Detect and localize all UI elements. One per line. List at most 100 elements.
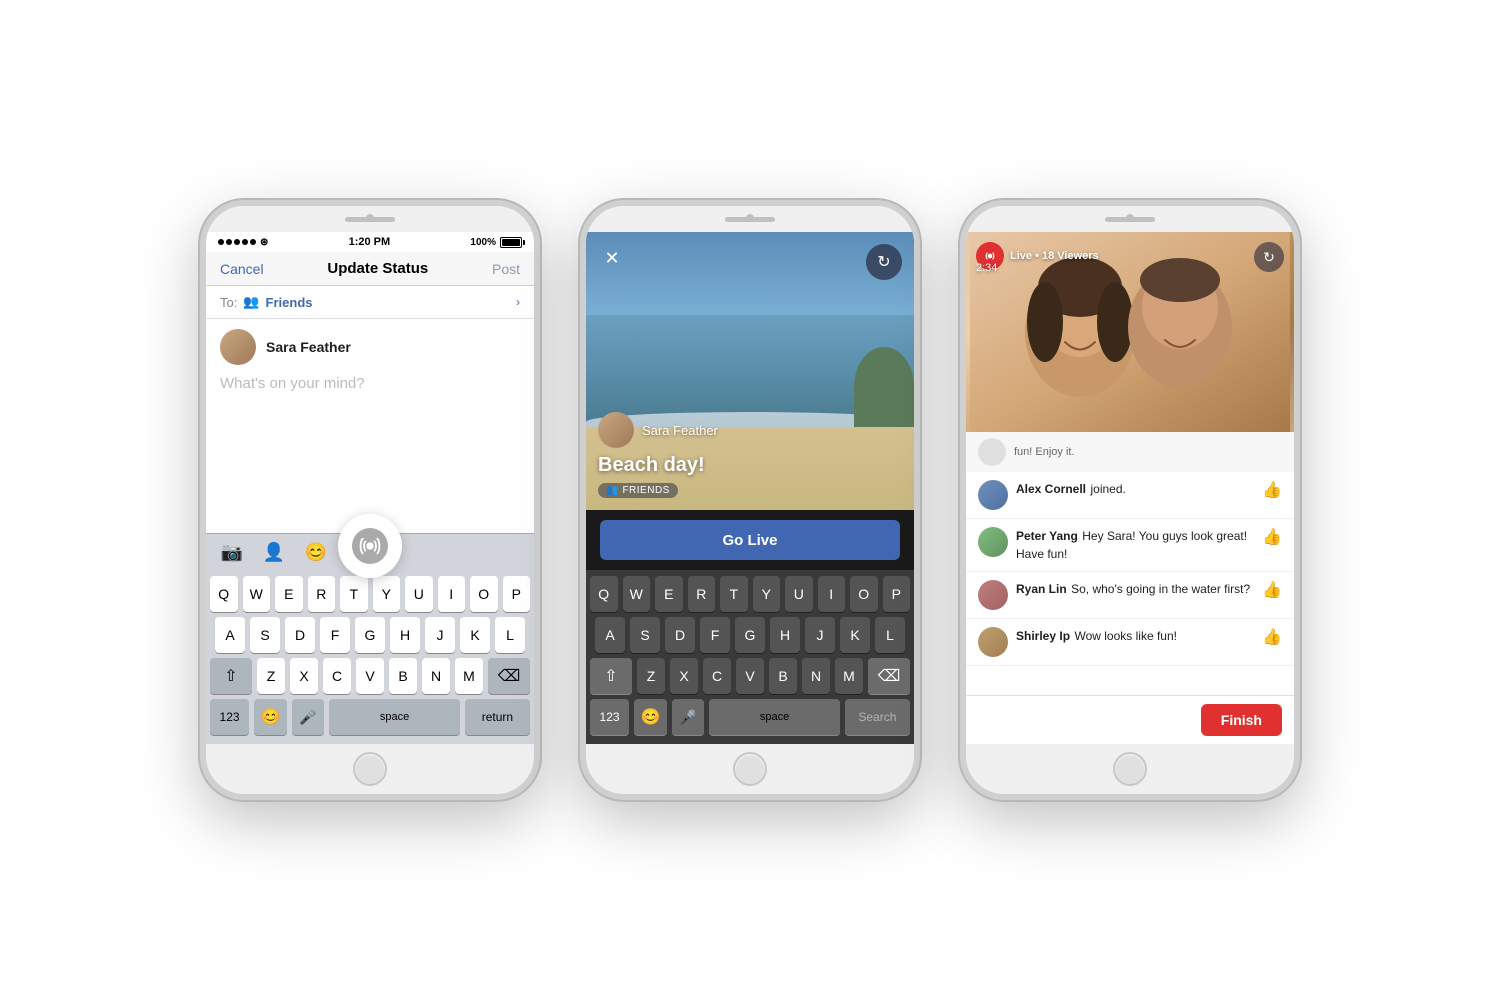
delete-key-2[interactable]: ⌫	[868, 658, 910, 694]
key-a[interactable]: A	[215, 617, 245, 653]
flip-camera-button-3[interactable]: ↻	[1254, 242, 1284, 272]
key-i[interactable]: I	[438, 576, 466, 612]
mic-key-2[interactable]: 🎤	[672, 699, 705, 735]
key2-c[interactable]: C	[703, 658, 731, 694]
key2-m[interactable]: M	[835, 658, 863, 694]
key-j[interactable]: J	[425, 617, 455, 653]
key-x[interactable]: X	[290, 658, 318, 694]
shirley-name: Shirley Ip	[1016, 629, 1070, 643]
shift-key[interactable]: ⇧	[210, 658, 252, 694]
home-button[interactable]	[353, 752, 387, 786]
key-o[interactable]: O	[470, 576, 498, 612]
go-live-circle-button[interactable]	[338, 514, 402, 578]
ryan-like-button[interactable]: 👍	[1262, 580, 1282, 600]
finish-button[interactable]: Finish	[1201, 704, 1282, 736]
live-status-text: Live • 18 Viewers	[1010, 250, 1099, 262]
close-button[interactable]: ✕	[598, 244, 626, 272]
key-v[interactable]: V	[356, 658, 384, 694]
flip-camera-button[interactable]: ↻	[866, 244, 902, 280]
key-b[interactable]: B	[389, 658, 417, 694]
key-f[interactable]: F	[320, 617, 350, 653]
key2-j[interactable]: J	[805, 617, 835, 653]
go-live-area: Go Live	[586, 510, 914, 570]
page-title: Update Status	[327, 260, 428, 277]
key-m[interactable]: M	[455, 658, 483, 694]
search-key[interactable]: Search	[845, 699, 910, 735]
key-q[interactable]: Q	[210, 576, 238, 612]
home-button-3[interactable]	[1113, 752, 1147, 786]
key-r[interactable]: R	[308, 576, 336, 612]
key-u[interactable]: U	[405, 576, 433, 612]
key2-u[interactable]: U	[785, 576, 813, 612]
camera-dot-2	[746, 214, 754, 222]
key2-z[interactable]: Z	[637, 658, 665, 694]
numbers-key[interactable]: 123	[210, 699, 249, 735]
key2-l[interactable]: L	[875, 617, 905, 653]
key2-i[interactable]: I	[818, 576, 846, 612]
ryan-text: So, who's going in the water first?	[1071, 582, 1250, 596]
shirley-comment-content: Shirley Ip Wow looks like fun!	[1016, 627, 1254, 645]
camera-toolbar-icon[interactable]: 📷	[220, 540, 244, 564]
cancel-button[interactable]: Cancel	[220, 261, 264, 277]
key2-f[interactable]: F	[700, 617, 730, 653]
key2-o[interactable]: O	[850, 576, 878, 612]
key-y[interactable]: Y	[373, 576, 401, 612]
stream-user-row: Sara Feather	[598, 412, 718, 448]
key2-v[interactable]: V	[736, 658, 764, 694]
key2-h[interactable]: H	[770, 617, 800, 653]
key-z[interactable]: Z	[257, 658, 285, 694]
emoji-key-2[interactable]: 😊	[634, 699, 667, 735]
alex-like-button[interactable]: 👍	[1262, 480, 1282, 500]
key2-g[interactable]: G	[735, 617, 765, 653]
key-t[interactable]: T	[340, 576, 368, 612]
key2-t[interactable]: T	[720, 576, 748, 612]
peter-like-button[interactable]: 👍	[1262, 527, 1282, 547]
key2-x[interactable]: X	[670, 658, 698, 694]
key2-q[interactable]: Q	[590, 576, 618, 612]
comments-section: fun! Enjoy it. Alex Cornell joined. 👍 Pe…	[966, 432, 1294, 695]
numbers-key-2[interactable]: 123	[590, 699, 629, 735]
avatar-image	[220, 329, 256, 365]
space-key[interactable]: space	[329, 699, 459, 735]
delete-key[interactable]: ⌫	[488, 658, 530, 694]
key2-d[interactable]: D	[665, 617, 695, 653]
key-w[interactable]: W	[243, 576, 271, 612]
key-c[interactable]: C	[323, 658, 351, 694]
stream-timer: 2:34	[976, 262, 997, 274]
key-s[interactable]: S	[250, 617, 280, 653]
dot-3	[234, 239, 240, 245]
key2-w[interactable]: W	[623, 576, 651, 612]
emoji-toolbar-icon[interactable]: 😊	[304, 540, 328, 564]
key-d[interactable]: D	[285, 617, 315, 653]
return-key[interactable]: return	[465, 699, 530, 735]
key2-a[interactable]: A	[595, 617, 625, 653]
emoji-key[interactable]: 😊	[254, 699, 287, 735]
go-live-button[interactable]: Go Live	[600, 520, 900, 560]
key2-y[interactable]: Y	[753, 576, 781, 612]
key-k[interactable]: K	[460, 617, 490, 653]
chevron-right-icon: ›	[516, 295, 520, 309]
tag-people-icon[interactable]: 👤	[262, 540, 286, 564]
key-g[interactable]: G	[355, 617, 385, 653]
key-h[interactable]: H	[390, 617, 420, 653]
key-e[interactable]: E	[275, 576, 303, 612]
shirley-like-button[interactable]: 👍	[1262, 627, 1282, 647]
key-l[interactable]: L	[495, 617, 525, 653]
key-p[interactable]: P	[503, 576, 531, 612]
status-input-placeholder[interactable]: What's on your mind?	[206, 375, 534, 402]
space-key-2[interactable]: space	[709, 699, 839, 735]
alex-comment-content: Alex Cornell joined.	[1016, 480, 1254, 498]
shift-key-2[interactable]: ⇧	[590, 658, 632, 694]
key-n[interactable]: N	[422, 658, 450, 694]
key2-k[interactable]: K	[840, 617, 870, 653]
post-button[interactable]: Post	[492, 261, 520, 277]
key2-s[interactable]: S	[630, 617, 660, 653]
key2-p[interactable]: P	[883, 576, 911, 612]
key2-n[interactable]: N	[802, 658, 830, 694]
audience-selector[interactable]: To: 👥 Friends ›	[206, 286, 534, 319]
key2-b[interactable]: B	[769, 658, 797, 694]
key2-e[interactable]: E	[655, 576, 683, 612]
home-button-2[interactable]	[733, 752, 767, 786]
mic-key[interactable]: 🎤	[292, 699, 325, 735]
key2-r[interactable]: R	[688, 576, 716, 612]
